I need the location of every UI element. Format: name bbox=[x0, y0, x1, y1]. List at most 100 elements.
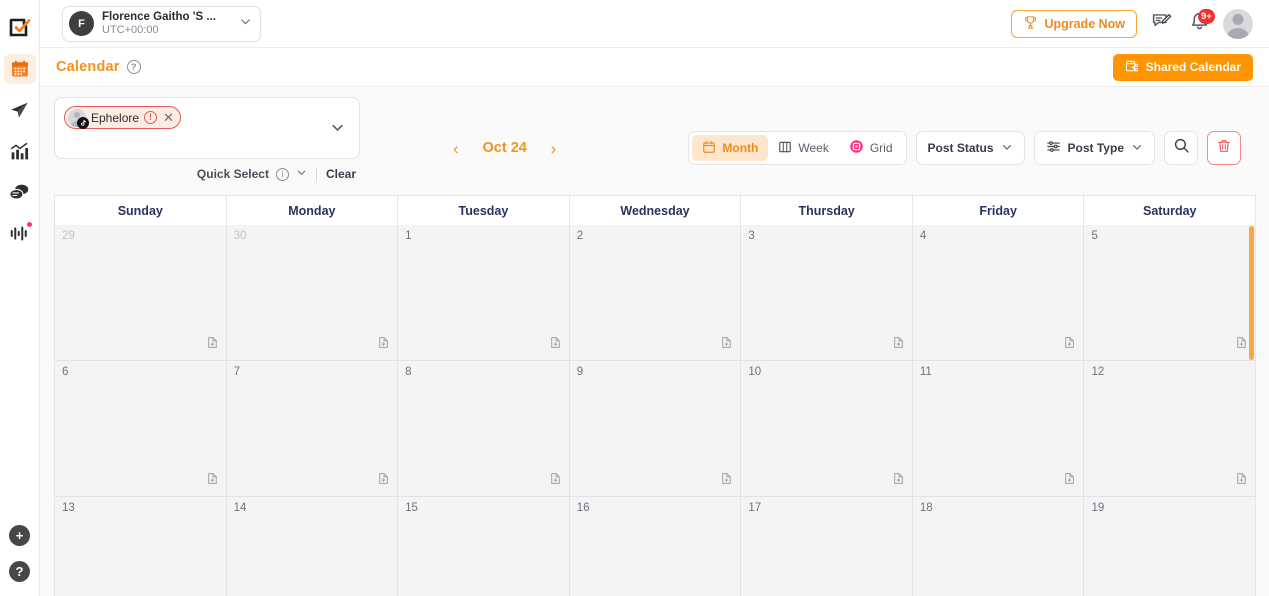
add-document-icon[interactable] bbox=[549, 472, 562, 490]
calendar-day-cell[interactable]: 15 bbox=[398, 497, 570, 596]
help-button[interactable]: ? bbox=[9, 561, 30, 582]
view-tab-grid[interactable]: Grid bbox=[839, 135, 903, 161]
post-type-dropdown[interactable]: Post Type bbox=[1033, 131, 1155, 165]
account-filter-panel[interactable]: Ephelore ! ✕ bbox=[54, 97, 360, 159]
day-header-wednesday: Wednesday bbox=[570, 196, 742, 225]
calendar-day-cell[interactable]: 30 bbox=[226, 225, 399, 360]
account-filter-caret-icon[interactable] bbox=[330, 106, 351, 140]
delete-button[interactable] bbox=[1207, 131, 1241, 165]
account-switcher[interactable]: F Florence Gaitho 'S ... UTC+00:00 bbox=[62, 5, 261, 42]
view-switcher: Month Week Grid bbox=[688, 131, 907, 165]
notification-count-badge: 9+ bbox=[1198, 8, 1215, 24]
compose-message-button[interactable] bbox=[1147, 10, 1175, 38]
add-document-icon[interactable] bbox=[892, 472, 905, 490]
day-header-monday: Monday bbox=[227, 196, 399, 225]
sidebar-item-publish[interactable] bbox=[4, 95, 36, 125]
question-mark-icon[interactable]: ? bbox=[126, 60, 141, 74]
calendar-day-cell[interactable]: 5 bbox=[1084, 225, 1255, 360]
day-number: 7 bbox=[233, 366, 240, 378]
calendar-day-cell[interactable]: 14 bbox=[226, 497, 399, 596]
add-document-icon[interactable] bbox=[1063, 472, 1076, 490]
notifications-button[interactable]: 9+ bbox=[1185, 8, 1215, 38]
day-number: 4 bbox=[919, 230, 927, 242]
chevron-down-icon bbox=[1001, 141, 1013, 156]
calendar-day-cell[interactable]: 6 bbox=[55, 361, 227, 496]
day-number: 13 bbox=[62, 502, 75, 514]
calendar-day-cell[interactable]: 11 bbox=[912, 361, 1085, 496]
add-document-icon[interactable] bbox=[206, 472, 219, 490]
clear-filters-button[interactable]: Clear bbox=[326, 167, 356, 181]
trophy-icon bbox=[1023, 15, 1038, 33]
calendar-day-cell[interactable]: 1 bbox=[398, 225, 570, 360]
calendar-icon bbox=[702, 140, 716, 157]
user-avatar[interactable] bbox=[1223, 8, 1253, 39]
left-nav-rail: + ? bbox=[0, 0, 40, 596]
calendar-scrollbar-thumb[interactable] bbox=[1249, 226, 1254, 360]
calendar-day-cell[interactable]: 18 bbox=[912, 497, 1085, 596]
add-document-icon[interactable] bbox=[1063, 336, 1076, 354]
quick-select-label[interactable]: Quick Select bbox=[197, 167, 269, 181]
columns-icon bbox=[778, 140, 792, 157]
calendar-day-cell[interactable]: 7 bbox=[226, 361, 399, 496]
account-timezone: UTC+00:00 bbox=[102, 23, 159, 36]
search-button[interactable] bbox=[1164, 131, 1198, 165]
calendar-day-cell[interactable]: 3 bbox=[741, 225, 913, 360]
day-number: 6 bbox=[62, 366, 69, 378]
chevron-down-icon bbox=[1131, 141, 1143, 156]
calendar-toolbar: Month Week Grid Post Status Post Type bbox=[688, 131, 1255, 165]
calendar-day-headers: Sunday Monday Tuesday Wednesday Thursday… bbox=[54, 195, 1256, 225]
view-tab-month-label: Month bbox=[722, 141, 759, 155]
post-status-dropdown[interactable]: Post Status bbox=[915, 131, 1025, 165]
add-document-icon[interactable] bbox=[377, 472, 390, 490]
calendar-body[interactable]: 29 30 1 2 3 4 5 6 7 8 9 10 11 12 13 14 15 16 17 18 19 bbox=[54, 225, 1256, 596]
add-document-icon[interactable] bbox=[549, 336, 562, 354]
month-navigation: ‹ Oct 24 › bbox=[453, 140, 556, 157]
tiktok-icon bbox=[77, 116, 89, 129]
add-document-icon[interactable] bbox=[206, 336, 219, 354]
account-avatar: F bbox=[69, 11, 94, 36]
info-icon[interactable]: i bbox=[275, 167, 289, 181]
quick-select-caret-icon[interactable] bbox=[296, 167, 307, 181]
account-chip[interactable]: Ephelore ! ✕ bbox=[64, 106, 181, 129]
calendar-week-row: 6 7 8 9 10 11 12 bbox=[55, 361, 1255, 497]
calendar-day-cell[interactable]: 13 bbox=[55, 497, 227, 596]
calendar-day-cell[interactable]: 9 bbox=[569, 361, 742, 496]
calendar-day-cell[interactable]: 16 bbox=[569, 497, 742, 596]
add-new-button[interactable]: + bbox=[9, 525, 30, 546]
calendar-day-cell[interactable]: 12 bbox=[1084, 361, 1255, 496]
view-tab-week[interactable]: Week bbox=[768, 135, 838, 161]
view-tab-week-label: Week bbox=[798, 141, 829, 155]
calendar-day-cell[interactable]: 4 bbox=[912, 225, 1085, 360]
day-number: 14 bbox=[233, 502, 247, 514]
add-document-icon[interactable] bbox=[1235, 472, 1248, 490]
upgrade-now-button[interactable]: Upgrade Now bbox=[1011, 9, 1137, 38]
add-document-icon[interactable] bbox=[377, 336, 390, 354]
prev-month-button[interactable]: ‹ bbox=[453, 140, 459, 157]
sidebar-item-calendar[interactable] bbox=[3, 54, 36, 84]
calendar-day-cell[interactable]: 19 bbox=[1084, 497, 1255, 596]
add-document-icon[interactable] bbox=[720, 472, 733, 490]
calendar-week-row: 13 14 15 16 17 18 19 bbox=[55, 497, 1255, 596]
next-month-button[interactable]: › bbox=[551, 140, 557, 157]
page-header: Calendar ? Shared Calendar bbox=[40, 48, 1269, 87]
calendar-day-cell[interactable]: 10 bbox=[741, 361, 913, 496]
add-document-icon[interactable] bbox=[720, 336, 733, 354]
add-document-icon[interactable] bbox=[892, 336, 905, 354]
sidebar-item-engage[interactable] bbox=[4, 177, 36, 207]
close-icon[interactable]: ✕ bbox=[162, 111, 175, 124]
shared-calendar-button[interactable]: Shared Calendar bbox=[1112, 53, 1253, 81]
day-number: 5 bbox=[1091, 230, 1098, 242]
current-month-label: Oct 24 bbox=[482, 140, 527, 156]
view-tab-month[interactable]: Month bbox=[692, 135, 769, 161]
add-document-icon[interactable] bbox=[1235, 336, 1248, 354]
calendar-day-cell[interactable]: 17 bbox=[741, 497, 913, 596]
app-logo-icon[interactable] bbox=[5, 14, 35, 42]
sidebar-item-listening[interactable] bbox=[4, 218, 36, 248]
warning-icon[interactable]: ! bbox=[144, 111, 158, 124]
day-number: 10 bbox=[748, 366, 762, 378]
calendar-day-cell[interactable]: 8 bbox=[398, 361, 570, 496]
sidebar-item-analytics[interactable] bbox=[4, 136, 36, 166]
day-header-sunday: Sunday bbox=[55, 196, 227, 225]
calendar-day-cell[interactable]: 29 bbox=[55, 225, 227, 360]
calendar-day-cell[interactable]: 2 bbox=[569, 225, 742, 360]
